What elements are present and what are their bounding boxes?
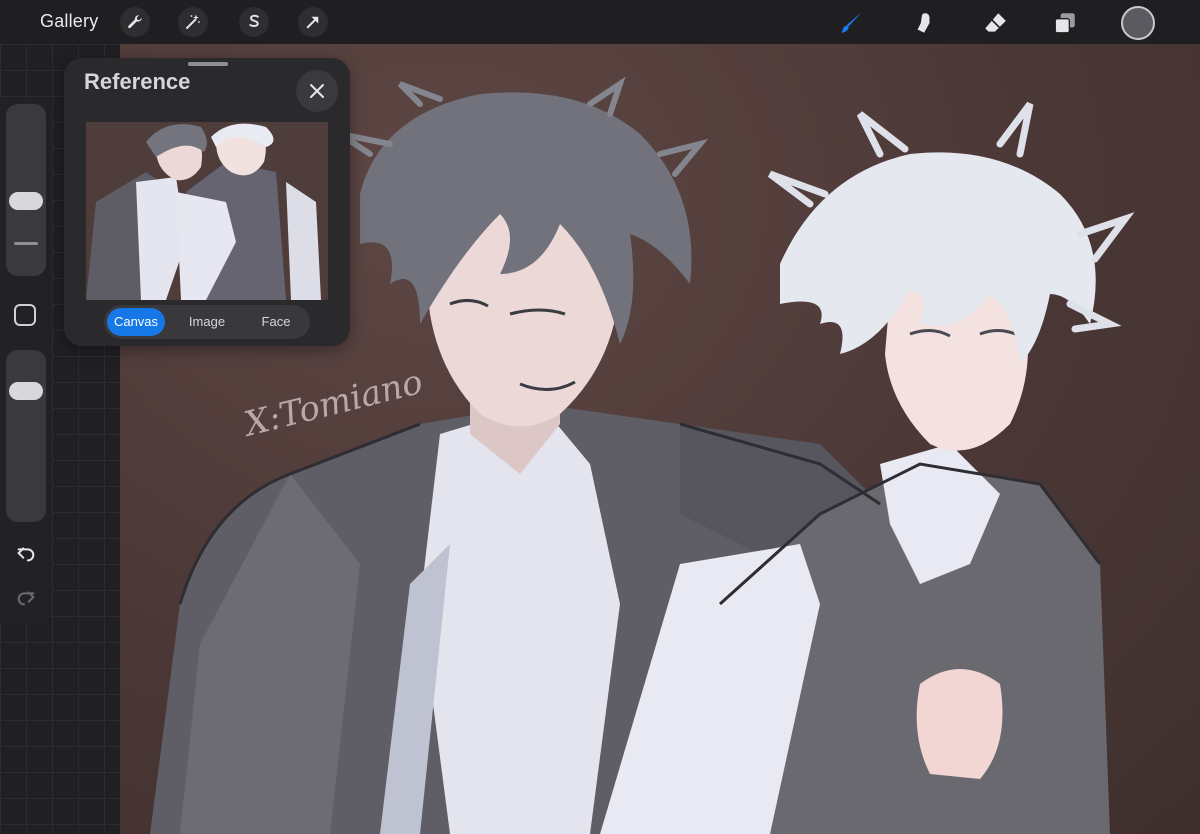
- selection-button[interactable]: [239, 7, 269, 37]
- eraser-icon: [985, 13, 1006, 32]
- smudge-icon: [917, 13, 930, 33]
- undo-icon: [17, 547, 35, 562]
- reference-panel: Reference Canvas Image Face: [64, 58, 350, 346]
- eraser-tool-button[interactable]: [980, 8, 1010, 38]
- top-toolbar: Gallery: [0, 0, 1200, 44]
- undo-button[interactable]: [12, 540, 40, 568]
- transform-button[interactable]: [298, 7, 328, 37]
- opacity-slider[interactable]: [6, 350, 46, 522]
- selection-s-icon: [249, 14, 259, 27]
- gallery-button[interactable]: Gallery: [40, 11, 98, 32]
- brush-tool-button[interactable]: [836, 8, 866, 38]
- color-picker-button[interactable]: [1121, 6, 1155, 40]
- smudge-tool-button[interactable]: [908, 8, 938, 38]
- redo-icon: [17, 591, 35, 606]
- modify-button[interactable]: [14, 304, 36, 326]
- transform-arrow-icon: [306, 16, 319, 29]
- tab-face[interactable]: Face: [246, 308, 306, 336]
- redo-button[interactable]: [12, 584, 40, 612]
- slider-tick: [14, 242, 38, 245]
- magic-wand-icon: [186, 14, 200, 29]
- actions-button[interactable]: [120, 7, 150, 37]
- brush-size-slider[interactable]: [6, 104, 46, 276]
- panel-drag-handle[interactable]: [188, 62, 228, 66]
- tab-canvas[interactable]: Canvas: [107, 308, 165, 336]
- adjustments-button[interactable]: [178, 7, 208, 37]
- brush-icon: [841, 12, 862, 33]
- layers-icon: [1054, 13, 1075, 34]
- reference-mode-tabs: Canvas Image Face: [104, 305, 310, 339]
- reference-title: Reference: [84, 69, 191, 94]
- wrench-icon: [128, 15, 142, 29]
- reference-thumbnail[interactable]: [86, 122, 328, 300]
- left-sidebar: [0, 98, 52, 624]
- layers-button[interactable]: [1050, 8, 1080, 38]
- close-reference-button[interactable]: [296, 70, 338, 112]
- brush-size-thumb[interactable]: [9, 192, 43, 211]
- opacity-thumb[interactable]: [9, 381, 43, 400]
- tab-image[interactable]: Image: [176, 308, 238, 336]
- close-icon: [310, 84, 324, 98]
- reference-thumbnail-illustration: [86, 122, 328, 300]
